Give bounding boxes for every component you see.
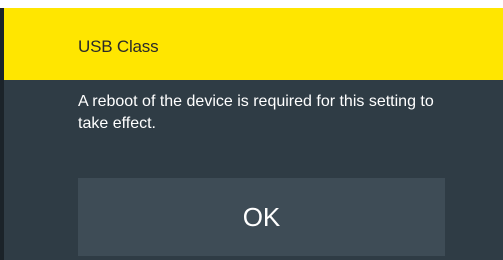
reboot-dialog: USB Class A reboot of the device is requ…	[0, 8, 503, 260]
dialog-title-bar: USB Class	[4, 8, 503, 80]
ok-button[interactable]: OK	[78, 178, 445, 256]
dialog-title: USB Class	[78, 37, 159, 56]
dialog-message: A reboot of the device is required for t…	[78, 93, 434, 132]
